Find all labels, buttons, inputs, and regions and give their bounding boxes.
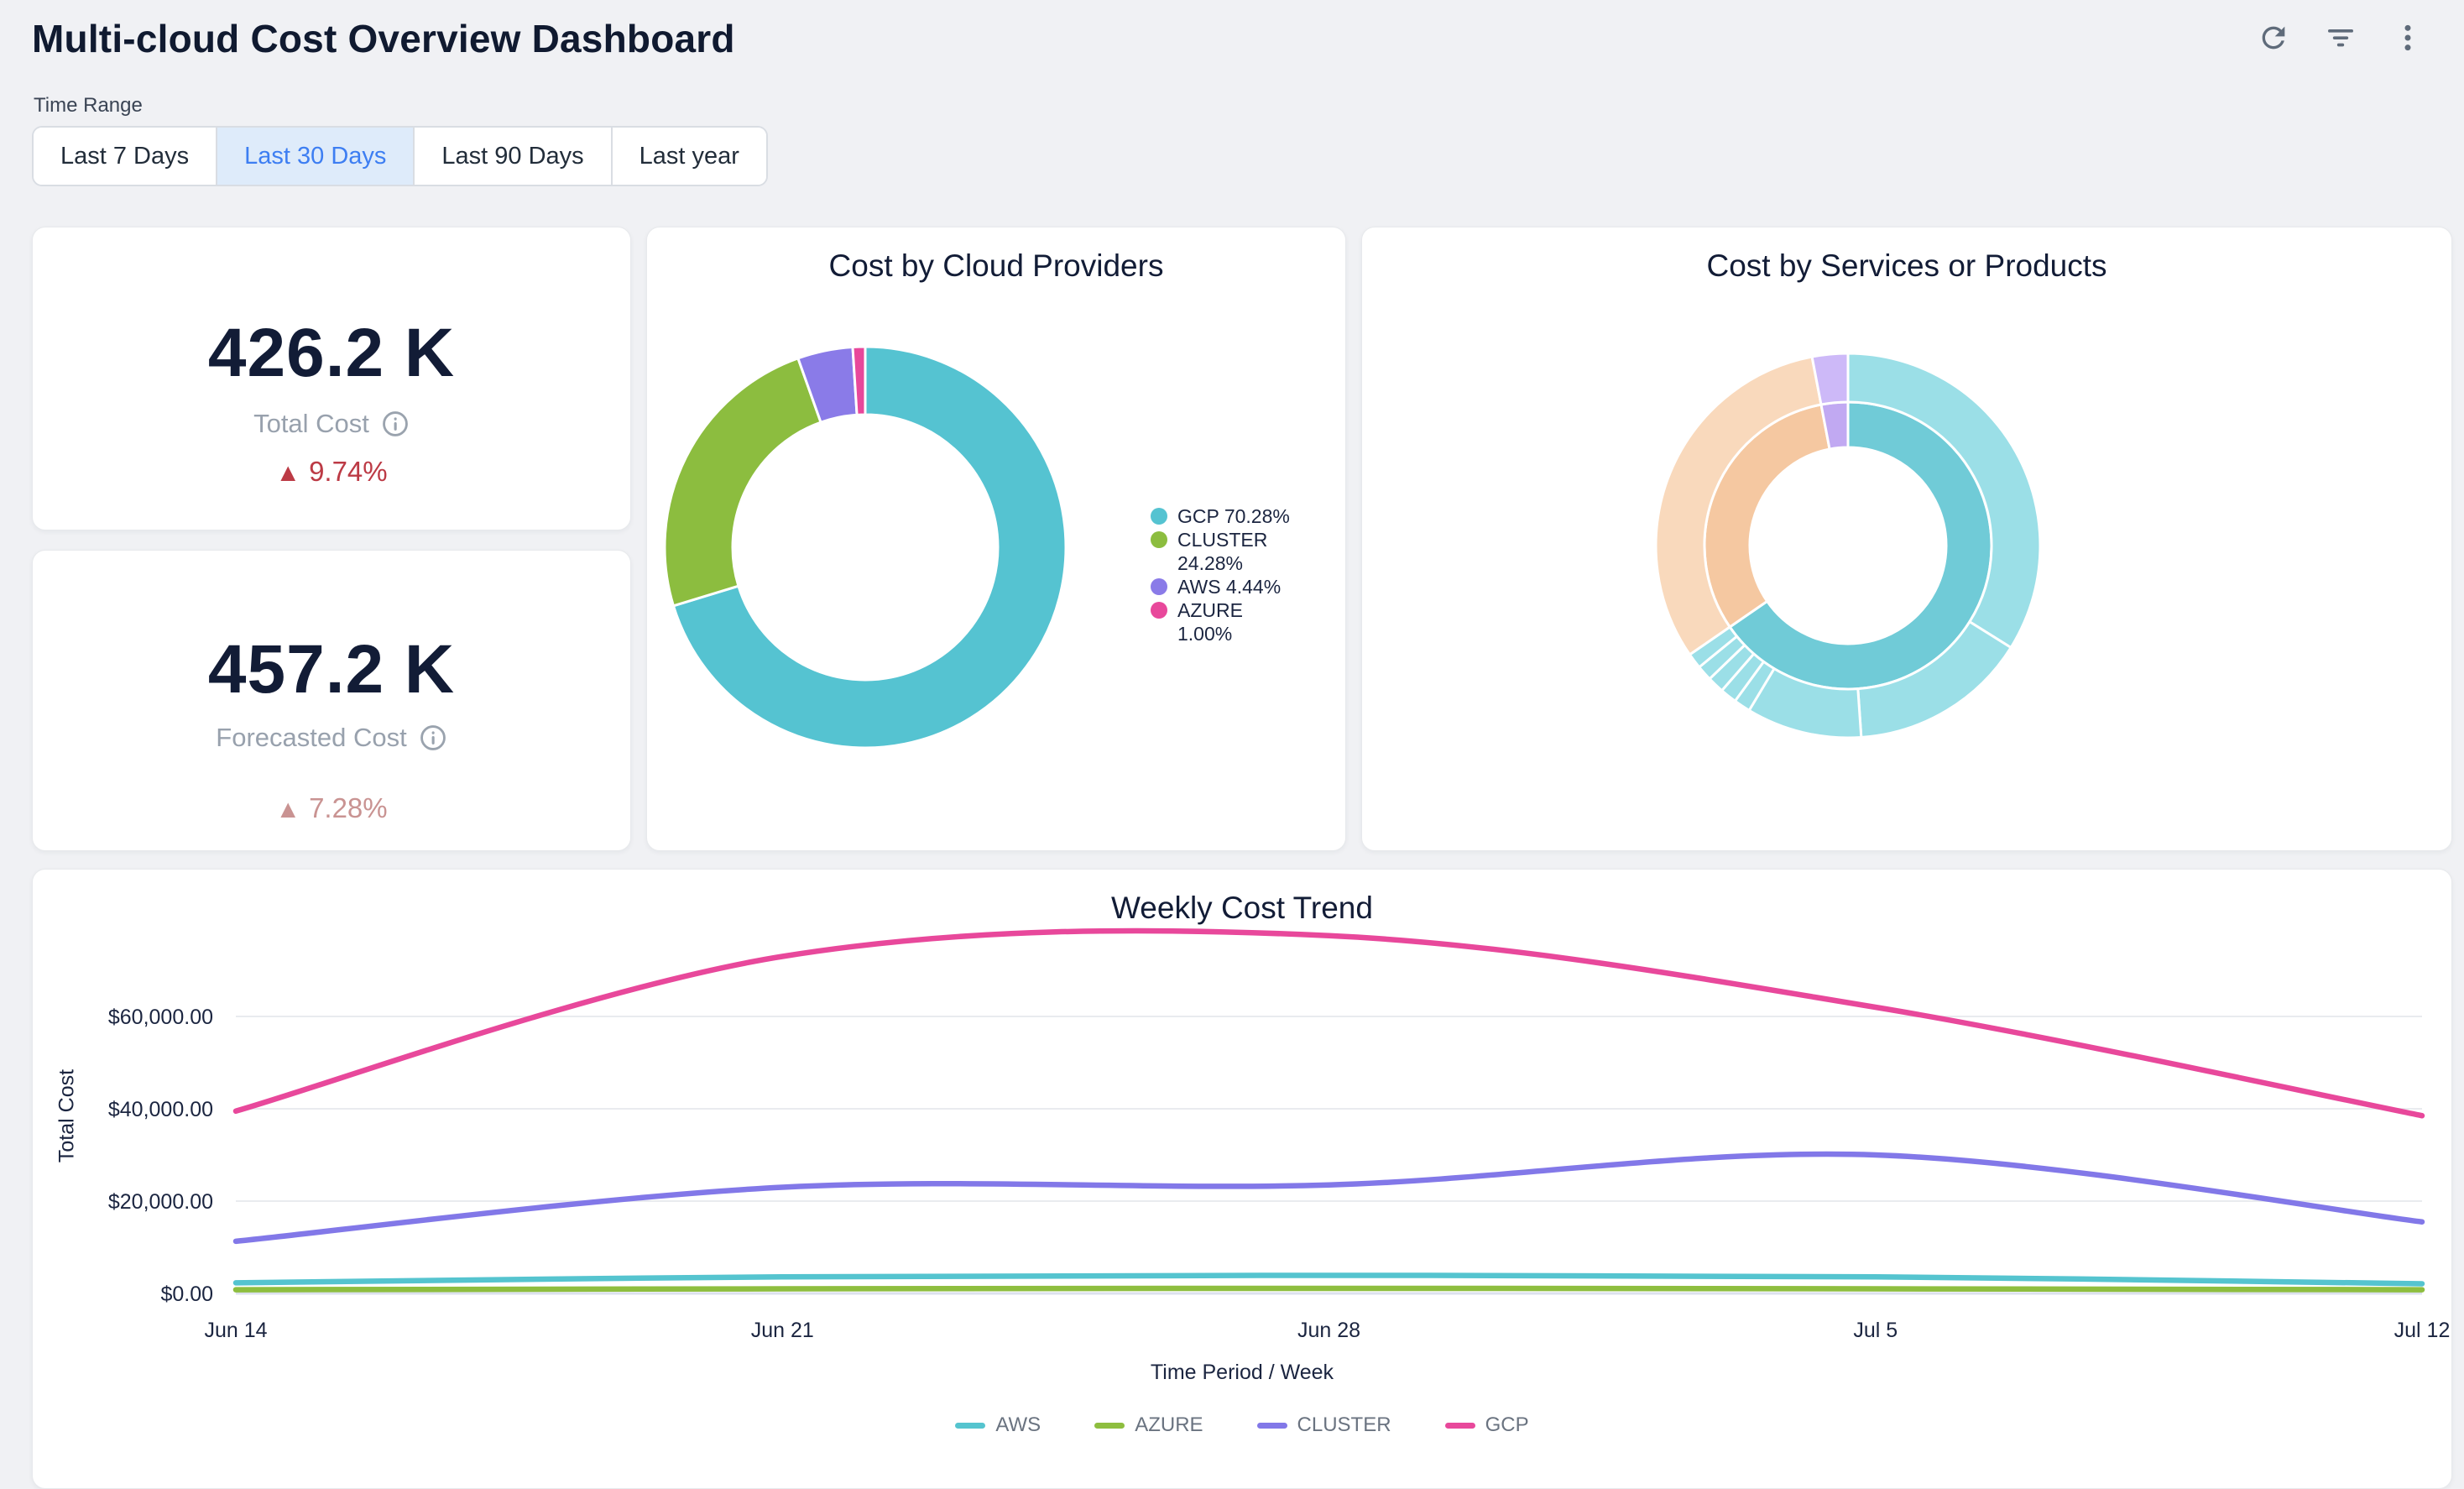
legend-label: AZURE: [1135, 1413, 1203, 1437]
total-cost-value: 426.2 K: [33, 311, 630, 395]
legend-label: CLUSTER 24.28%: [1177, 528, 1299, 575]
weekly-trend-plot[interactable]: $0.00 $20,000.00 $40,000.00 $60,000.00 Jun 1…: [33, 870, 2451, 1488]
legend-swatch: [1445, 1423, 1475, 1429]
legend-dot: [1151, 578, 1167, 595]
delta-up-icon: ▲: [275, 459, 300, 487]
legend-item-cluster[interactable]: CLUSTER 24.28%: [1151, 528, 1329, 575]
trend-legend-item-cluster[interactable]: CLUSTER: [1257, 1413, 1391, 1437]
time-range-button-group: Last 7 Days Last 30 Days Last 90 Days La…: [32, 126, 768, 186]
trend-legend-item-azure[interactable]: AZURE: [1094, 1413, 1203, 1437]
refresh-icon: [2257, 21, 2290, 55]
svg-text:Jun 14: Jun 14: [204, 1319, 267, 1342]
svg-text:Jun 28: Jun 28: [1297, 1319, 1360, 1342]
delta-up-icon: ▲: [275, 796, 300, 823]
time-range-last-30-days[interactable]: Last 30 Days: [216, 128, 413, 185]
legend-dot: [1151, 531, 1167, 548]
legend-swatch: [1094, 1423, 1125, 1429]
filter-icon: [2324, 21, 2357, 55]
svg-text:$0.00: $0.00: [160, 1283, 213, 1306]
legend-item-gcp[interactable]: GCP 70.28%: [1151, 504, 1329, 528]
legend-label: AWS 4.44%: [1177, 575, 1281, 598]
time-range-label: Time Range: [34, 94, 143, 118]
forecasted-cost-card: 457.2 K Forecasted Cost ▲ 7.28%: [32, 550, 631, 851]
total-cost-label: Total Cost: [253, 409, 369, 439]
time-range-last-year[interactable]: Last year: [611, 128, 766, 185]
dashboard-page: Multi-cloud Cost Overview Dashboard Time…: [0, 0, 2464, 1489]
total-cost-card: 426.2 K Total Cost ▲ 9.74%: [32, 227, 631, 530]
x-axis-title: Time Period / Week: [33, 1361, 2451, 1385]
filter-button[interactable]: [2321, 18, 2360, 57]
legend-label: GCP 70.28%: [1177, 504, 1290, 528]
info-icon[interactable]: [419, 724, 447, 752]
cost-by-cloud-providers-card: Cost by Cloud Providers GCP 70.28% CLUST…: [646, 227, 1346, 851]
kebab-menu-icon: [2391, 21, 2425, 55]
weekly-cost-trend-card: $0.00 $20,000.00 $40,000.00 $60,000.00 Jun 1…: [32, 869, 2452, 1489]
legend-item-aws[interactable]: AWS 4.44%: [1151, 575, 1329, 598]
header-actions: [2254, 18, 2427, 57]
trend-legend-item-gcp[interactable]: GCP: [1445, 1413, 1529, 1437]
total-cost-delta: 9.74%: [309, 456, 388, 487]
svg-text:Jul 12: Jul 12: [2394, 1319, 2451, 1342]
trend-chart-title: Weekly Cost Trend: [33, 890, 2451, 927]
legend-label: AWS: [995, 1413, 1041, 1437]
legend-dot: [1151, 508, 1167, 525]
legend-item-azure[interactable]: AZURE 1.00%: [1151, 598, 1329, 645]
cloud-providers-legend: GCP 70.28% CLUSTER 24.28% AWS 4.44% AZUR…: [1151, 504, 1329, 645]
svg-text:Jul 5: Jul 5: [1853, 1319, 1898, 1342]
legend-swatch: [1257, 1423, 1287, 1429]
legend-label: CLUSTER: [1297, 1413, 1391, 1437]
trend-legend-item-aws[interactable]: AWS: [955, 1413, 1041, 1437]
time-range-last-90-days[interactable]: Last 90 Days: [413, 128, 610, 185]
legend-swatch: [955, 1423, 985, 1429]
trend-legend: AWS AZURE CLUSTER GCP: [33, 1413, 2451, 1437]
info-icon[interactable]: [381, 410, 410, 438]
legend-label: GCP: [1485, 1413, 1529, 1437]
svg-text:$20,000.00: $20,000.00: [108, 1190, 213, 1214]
svg-text:Jun 21: Jun 21: [751, 1319, 814, 1342]
services-sunburst-chart[interactable]: [1362, 227, 2451, 850]
svg-text:$60,000.00: $60,000.00: [108, 1006, 213, 1029]
legend-dot: [1151, 602, 1167, 619]
svg-text:$40,000.00: $40,000.00: [108, 1098, 213, 1121]
y-axis-title: Total Cost: [55, 990, 80, 1242]
refresh-button[interactable]: [2254, 18, 2293, 57]
forecasted-cost-delta: 7.28%: [309, 792, 388, 823]
page-title: Multi-cloud Cost Overview Dashboard: [32, 15, 735, 62]
cost-by-services-card: Cost by Services or Products: [1361, 227, 2452, 851]
more-options-button[interactable]: [2388, 18, 2427, 57]
forecasted-cost-value: 457.2 K: [33, 628, 630, 712]
time-range-last-7-days[interactable]: Last 7 Days: [34, 128, 216, 185]
legend-label: AZURE 1.00%: [1177, 598, 1299, 645]
forecasted-cost-label: Forecasted Cost: [216, 723, 406, 753]
